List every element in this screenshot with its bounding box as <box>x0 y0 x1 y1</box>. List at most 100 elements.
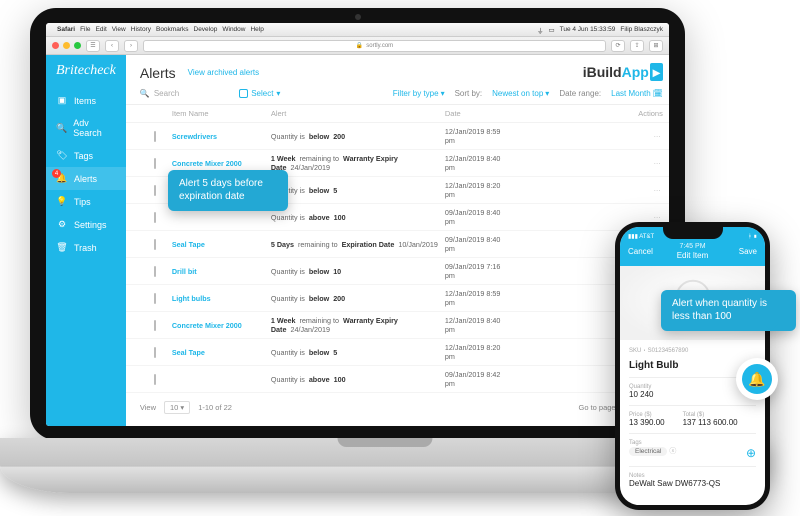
alert-badge: 4 <box>52 169 61 178</box>
alerts-fab[interactable]: 🔔 <box>736 358 778 400</box>
row-alert: Quantity is below 200 <box>271 132 441 141</box>
table-row[interactable]: Concrete Mixer 2000 1 Week remaining to … <box>126 312 669 339</box>
mac-menu-item[interactable]: File <box>80 26 90 33</box>
url-bar[interactable]: 🔒 sortly.com <box>143 40 606 52</box>
notes-field[interactable]: DeWalt Saw DW6773-QS <box>629 479 756 488</box>
sidebar-item-tips[interactable]: 💡 Tips <box>46 190 126 213</box>
minimize-window-icon[interactable] <box>63 42 70 49</box>
phone-notch <box>663 227 723 239</box>
table-row[interactable]: Seal Tape Quantity is below 5 12/Jan/201… <box>126 339 669 366</box>
bluetooth-icon: ᚼ <box>748 234 752 240</box>
col-date[interactable]: Date <box>445 109 510 118</box>
mac-menu-item[interactable]: Window <box>222 26 245 33</box>
zoom-window-icon[interactable] <box>74 42 81 49</box>
close-window-icon[interactable] <box>52 42 59 49</box>
wifi-icon[interactable]: ⏚ <box>537 25 544 35</box>
page-size-select[interactable]: 10 ▾ <box>164 401 190 414</box>
sidebar-toggle-icon[interactable]: ☰ <box>86 40 100 52</box>
select-dropdown[interactable]: Select ▾ <box>239 89 280 98</box>
sidebar-item-trash[interactable]: 🗑 Trash <box>46 236 126 259</box>
row-alert: Quantity is below 10 <box>271 267 441 276</box>
sort-dropdown[interactable]: Newest on top ▾ <box>492 89 549 98</box>
brand-logo[interactable]: Britecheck <box>46 55 126 89</box>
col-actions: Actions <box>613 109 663 118</box>
row-type-icon <box>154 293 156 304</box>
row-item-name[interactable]: Screwdrivers <box>172 132 267 141</box>
sidebar-item-items[interactable]: ▣ Items <box>46 89 126 112</box>
menubar-user[interactable]: Filip Blaszczyk <box>620 26 663 33</box>
row-alert: Quantity is below 5 <box>271 348 441 357</box>
chevron-down-icon: ▾ <box>441 89 445 98</box>
page-range: 1-10 of 22 <box>198 403 232 412</box>
partner-logo[interactable]: iBuildApp▸ <box>583 64 663 81</box>
sidebar-item-label: Adv Search <box>73 118 116 138</box>
chevron-down-icon: ▾ <box>276 89 280 98</box>
row-item-name[interactable]: Seal Tape <box>172 240 267 249</box>
row-date: 12/Jan/2019 8:20 pm <box>445 343 510 361</box>
window-controls[interactable] <box>52 42 81 49</box>
row-type-icon <box>154 131 156 142</box>
trash-icon: 🗑 <box>56 242 68 253</box>
row-actions-menu[interactable]: ⋯ <box>613 213 663 222</box>
sidebar-item-label: Settings <box>74 220 107 230</box>
url-text: sortly.com <box>366 43 393 49</box>
add-tag-button[interactable]: ⊕ <box>746 446 756 460</box>
table-row[interactable]: Quantity is above 100 09/Jan/2019 8:42 p… <box>126 366 669 393</box>
save-button[interactable]: Save <box>739 247 757 256</box>
row-actions-menu[interactable]: ⋯ <box>613 159 663 168</box>
col-alert[interactable]: Alert <box>271 109 441 118</box>
sidebar-item-alerts[interactable]: 4 🔔 Alerts <box>46 167 126 190</box>
battery-icon[interactable]: ▭ <box>548 26 554 34</box>
row-item-name[interactable]: Light bulbs <box>172 294 267 303</box>
search-input[interactable]: 🔍 Search <box>140 89 179 98</box>
pagination: View 10 ▾ 1-10 of 22 Go to page: 1 ‹ › <box>126 393 669 422</box>
sidebar-item-settings[interactable]: ⚙ Settings <box>46 213 126 236</box>
filter-by-type[interactable]: Filter by type ▾ <box>393 89 445 98</box>
price-field[interactable]: 13 390.00 <box>629 418 665 427</box>
mac-menu-item[interactable]: Safari <box>57 26 75 33</box>
view-archived-link[interactable]: View archived alerts <box>188 68 259 77</box>
cancel-button[interactable]: Cancel <box>628 247 653 256</box>
reload-button[interactable]: ⟳ <box>611 40 625 52</box>
table-row[interactable]: Light bulbs Quantity is below 200 12/Jan… <box>126 285 669 312</box>
mac-menu-item[interactable]: Help <box>250 26 263 33</box>
box-icon: ▣ <box>56 95 68 106</box>
row-actions-menu[interactable]: ⋯ <box>613 186 663 195</box>
sidebar-item-adv search[interactable]: 🔍 Adv Search <box>46 112 126 144</box>
row-item-name[interactable]: Seal Tape <box>172 348 267 357</box>
chevron-down-icon: ▾ <box>545 89 549 98</box>
mac-menu-item[interactable]: Edit <box>96 26 107 33</box>
mac-menu-item[interactable]: View <box>112 26 126 33</box>
row-actions-menu[interactable]: ⋯ <box>613 132 663 141</box>
tabs-button[interactable]: ⊞ <box>649 40 663 52</box>
tag-chip[interactable]: Electrical <box>629 447 667 456</box>
page-title: Alerts <box>140 65 176 81</box>
back-button[interactable]: ‹ <box>105 40 119 52</box>
callout-phone: Alert when quantity is less than 100 <box>661 290 796 331</box>
date-range-picker[interactable]: Last Month 🗓 <box>611 89 663 98</box>
quantity-field[interactable]: 10 240 <box>629 390 756 399</box>
row-date: 09/Jan/2019 8:40 pm <box>445 235 510 253</box>
mac-menu-item[interactable]: Bookmarks <box>156 26 189 33</box>
row-item-name[interactable]: Concrete Mixer 2000 <box>172 159 267 168</box>
col-name[interactable]: Item Name <box>172 109 267 118</box>
sidebar-item-tags[interactable]: 🏷 Tags <box>46 144 126 167</box>
row-date: 12/Jan/2019 8:59 pm <box>445 289 510 307</box>
app-root: Britecheck ▣ Items 🔍 Adv Search 🏷 Tags 4… <box>46 55 669 426</box>
row-item-name[interactable]: Concrete Mixer 2000 <box>172 321 267 330</box>
phone-mockup: ▮▮▮ AT&T ᚼ ▮ 7:45 PM Cancel Edit Item Sa… <box>615 222 770 510</box>
table-row[interactable]: Seal Tape 5 Days remaining to Expiration… <box>126 231 669 258</box>
row-item-name[interactable]: Drill bit <box>172 267 267 276</box>
sidebar: Britecheck ▣ Items 🔍 Adv Search 🏷 Tags 4… <box>46 55 126 426</box>
mac-menu-item[interactable]: Develop <box>194 26 218 33</box>
mac-menu-item[interactable]: History <box>131 26 151 33</box>
gear-icon: ⚙ <box>56 219 68 230</box>
table-row[interactable]: Drill bit Quantity is below 10 09/Jan/20… <box>126 258 669 285</box>
share-button[interactable]: ⇪ <box>630 40 644 52</box>
forward-button[interactable]: › <box>124 40 138 52</box>
checkbox-icon <box>239 89 248 98</box>
remove-tag-icon[interactable]: ⓧ <box>669 448 676 455</box>
search-icon: 🔍 <box>56 123 67 134</box>
table-row[interactable]: Screwdrivers Quantity is below 200 12/Ja… <box>126 123 669 150</box>
phone-title: Edit Item <box>677 251 709 260</box>
